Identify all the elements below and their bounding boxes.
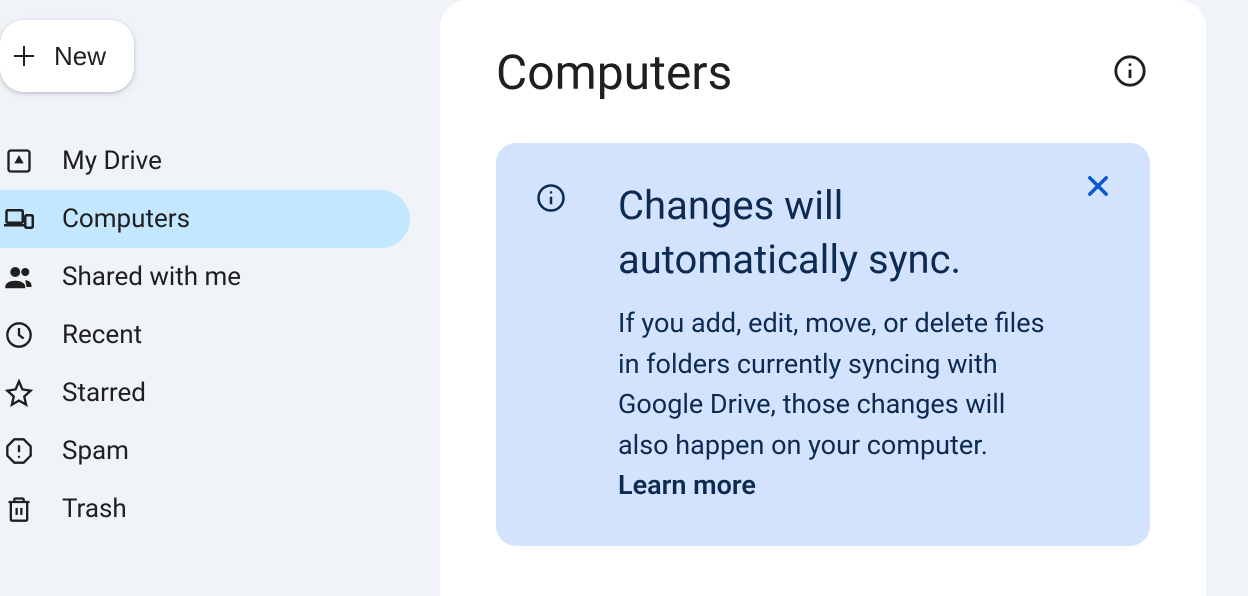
sidebar-item-spam[interactable]: Spam	[0, 422, 410, 480]
sidebar-item-label: Shared with me	[62, 262, 241, 292]
banner-headline: Changes will automatically sync.	[618, 179, 1050, 287]
main-content: Computers Changes will automatically syn…	[440, 0, 1206, 596]
banner-content: Changes will automatically sync. If you …	[618, 179, 1110, 506]
sidebar-item-starred[interactable]: Starred	[0, 364, 410, 422]
sidebar-item-label: Trash	[62, 494, 127, 524]
info-icon	[536, 183, 566, 213]
sidebar-item-label: Spam	[62, 436, 129, 466]
page-title: Computers	[496, 44, 732, 101]
sidebar-item-computers[interactable]: Computers	[0, 190, 410, 248]
sidebar-item-label: Starred	[62, 378, 146, 408]
sidebar-item-my-drive[interactable]: My Drive	[0, 132, 410, 190]
nav-list: My Drive Computers Shared with me Recent…	[0, 132, 440, 538]
people-icon	[4, 262, 34, 292]
sync-info-banner: Changes will automatically sync. If you …	[496, 143, 1150, 546]
trash-icon	[4, 494, 34, 524]
sidebar-item-recent[interactable]: Recent	[0, 306, 410, 364]
new-button[interactable]: New	[0, 20, 134, 92]
sidebar-item-label: My Drive	[62, 146, 162, 176]
view-details-button[interactable]	[1110, 53, 1150, 93]
star-icon	[4, 378, 34, 408]
close-icon	[1084, 172, 1112, 203]
sidebar-item-shared[interactable]: Shared with me	[0, 248, 410, 306]
main-header: Computers	[496, 44, 1150, 101]
new-label: New	[54, 41, 106, 72]
learn-more-link[interactable]: Learn more	[618, 469, 756, 501]
plus-icon	[6, 38, 42, 74]
banner-body-text: If you add, edit, move, or delete files …	[618, 307, 1045, 461]
info-icon	[1113, 54, 1147, 91]
sidebar-item-label: Computers	[62, 204, 190, 234]
sidebar-item-trash[interactable]: Trash	[0, 480, 410, 538]
banner-body: If you add, edit, move, or delete files …	[618, 303, 1050, 506]
drive-icon	[4, 146, 34, 176]
devices-icon	[4, 204, 34, 234]
banner-close-button[interactable]	[1082, 171, 1114, 203]
sidebar: New My Drive Computers Shared with me Re…	[0, 0, 440, 596]
spam-icon	[4, 436, 34, 466]
clock-icon	[4, 320, 34, 350]
sidebar-item-label: Recent	[62, 320, 142, 350]
